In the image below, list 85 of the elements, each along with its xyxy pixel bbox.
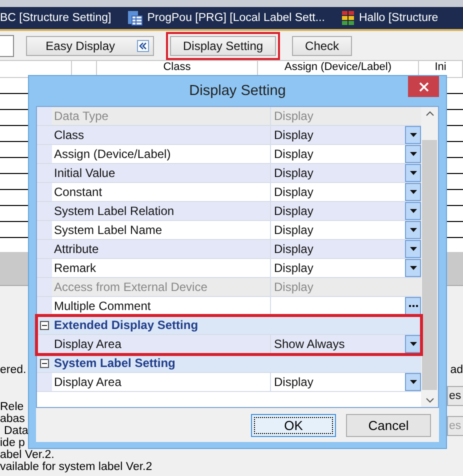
property-name: Access from External Device xyxy=(52,278,271,296)
dialog-button[interactable]: OK xyxy=(251,414,336,436)
property-value[interactable]: Display xyxy=(271,164,405,182)
property-name: Class xyxy=(52,126,271,144)
property-name: Display Area xyxy=(52,335,271,353)
dropdown-arrow-icon xyxy=(410,247,416,251)
message-text: abel Ver.2. xyxy=(0,449,56,461)
property-name: Display Area xyxy=(52,373,271,391)
dropdown-arrow-icon xyxy=(410,380,416,384)
dropdown-arrow-icon xyxy=(410,209,416,213)
property-name: System Label Relation xyxy=(52,202,271,220)
row-header xyxy=(37,221,52,239)
scroll-down-icon[interactable] xyxy=(426,398,434,403)
property-value[interactable]: Display xyxy=(271,202,405,220)
property-value[interactable]: Display xyxy=(271,240,405,258)
dropdown-button[interactable] xyxy=(405,259,421,277)
ellipsis-button[interactable] xyxy=(405,297,421,315)
toolbar-button[interactable]: Display Setting xyxy=(170,36,276,56)
table-icon xyxy=(127,10,144,26)
category-title: System Label Setting xyxy=(53,355,176,372)
column-header: Ini xyxy=(434,61,446,73)
message-text: abas xyxy=(0,413,26,425)
dropdown-arrow-icon xyxy=(410,190,416,194)
message-text: Rele xyxy=(0,401,25,413)
row-header xyxy=(37,297,52,315)
dropdown-button[interactable] xyxy=(405,126,421,144)
dropdown-arrow-icon xyxy=(410,133,416,137)
property-value[interactable]: Show Always xyxy=(271,335,405,353)
row-header xyxy=(37,126,52,144)
property-value: Display xyxy=(271,278,421,296)
property-name: Remark xyxy=(52,259,271,277)
row-header xyxy=(37,202,52,220)
dropdown-arrow-icon xyxy=(410,152,416,156)
property-name: Data Type xyxy=(52,107,271,125)
property-name: Initial Value xyxy=(52,164,271,182)
blocks-icon xyxy=(340,10,355,26)
input-field[interactable] xyxy=(0,34,14,56)
message-text: Data xyxy=(3,425,30,437)
row-header xyxy=(37,259,52,277)
property-name: System Label Name xyxy=(52,221,271,239)
close-icon xyxy=(418,82,428,92)
collapse-toggle-icon[interactable] xyxy=(40,320,49,330)
row-header xyxy=(37,164,52,182)
row-header xyxy=(37,183,52,201)
message-text: ide p xyxy=(0,437,26,449)
column-header: Class xyxy=(163,61,191,73)
document-tab[interactable]: BC [Structure Setting] xyxy=(0,12,112,24)
property-name: Attribute xyxy=(52,240,271,258)
category-title: Extended Display Setting xyxy=(53,317,200,334)
dialog-button[interactable]: Cancel xyxy=(346,414,431,436)
column-header: Assign (Device/Label) xyxy=(284,61,392,73)
property-name: Constant xyxy=(52,183,271,201)
double-chevron-left-icon xyxy=(137,40,149,52)
side-button[interactable]: es xyxy=(447,386,463,406)
toolbar-button[interactable]: Easy Display xyxy=(26,36,154,56)
dropdown-button[interactable] xyxy=(405,145,421,163)
row-header xyxy=(37,240,52,258)
dropdown-button[interactable] xyxy=(405,373,421,391)
scrollbar[interactable] xyxy=(421,107,438,407)
property-name: Multiple Comment xyxy=(52,297,271,315)
property-value: Display xyxy=(271,107,421,125)
document-tab[interactable]: Hallo [Structure xyxy=(340,10,438,26)
message-text: vailable for system label Ver.2 xyxy=(0,461,152,473)
dropdown-button[interactable] xyxy=(405,164,421,182)
dropdown-arrow-icon xyxy=(410,171,416,175)
dropdown-arrow-icon xyxy=(410,228,416,232)
row-header xyxy=(37,278,52,296)
dropdown-button[interactable] xyxy=(405,335,421,353)
dropdown-arrow-icon xyxy=(410,266,416,270)
property-name: Assign (Device/Label) xyxy=(52,145,271,163)
toolbar-button[interactable]: Check xyxy=(292,36,352,56)
document-tab[interactable]: ProgPou [PRG] [Local Label Sett... xyxy=(127,10,325,26)
row-header xyxy=(37,145,52,163)
dropdown-button[interactable] xyxy=(405,183,421,201)
dialog-title: Display Setting xyxy=(189,83,286,99)
scroll-up-icon[interactable] xyxy=(426,111,434,116)
dropdown-button[interactable] xyxy=(405,202,421,220)
dropdown-button[interactable] xyxy=(405,240,421,258)
property-value[interactable]: Display xyxy=(271,126,405,144)
collapse-toggle-icon[interactable] xyxy=(40,358,49,368)
dropdown-arrow-icon xyxy=(410,342,416,346)
close-button[interactable] xyxy=(408,76,439,97)
dropdown-button[interactable] xyxy=(405,221,421,239)
row-header xyxy=(37,107,52,125)
side-label: ad xyxy=(450,364,463,376)
